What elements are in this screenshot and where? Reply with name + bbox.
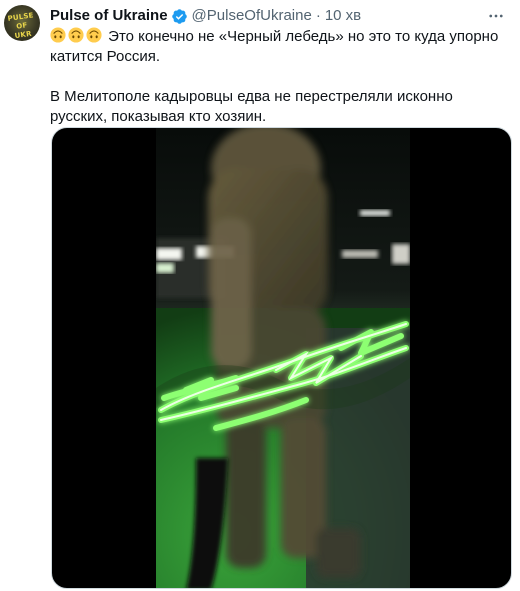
more-dots-icon[interactable] (484, 6, 508, 26)
upside-down-face-emoji-icon (68, 27, 84, 43)
author-name[interactable]: Pulse of Ukraine (50, 6, 168, 26)
avatar[interactable]: PULSE OF UKR (4, 5, 40, 41)
video-player[interactable] (51, 127, 512, 589)
tweet-paragraph-2: В Мелитополе кадыровцы едва не перестрел… (50, 87, 510, 127)
tweet-text-line-2: В Мелитополе кадыровцы едва не перестрел… (50, 88, 453, 125)
tweet-header: Pulse of Ukraine @PulseOfUkraine · 10 хв (50, 6, 361, 26)
video-frame (156, 128, 410, 588)
tweet-text: Это конечно не «Черный лебедь» но это то… (50, 27, 510, 127)
separator-dot: · (315, 7, 321, 24)
tweet-paragraph-1: Это конечно не «Черный лебедь» но это то… (50, 27, 510, 67)
upside-down-face-emoji-icon (86, 27, 102, 43)
avatar-logo: PULSE OF UKR (7, 11, 35, 41)
timestamp[interactable]: 10 хв (325, 6, 361, 26)
verified-badge-icon (171, 8, 187, 24)
tweet[interactable]: PULSE OF UKR Pulse of Ukraine @PulseOfUk… (0, 0, 520, 591)
tweet-text-line-1: Это конечно не «Черный лебедь» но это то… (50, 28, 499, 65)
upside-down-face-emoji-icon (50, 27, 66, 43)
author-handle[interactable]: @PulseOfUkraine (192, 6, 312, 26)
